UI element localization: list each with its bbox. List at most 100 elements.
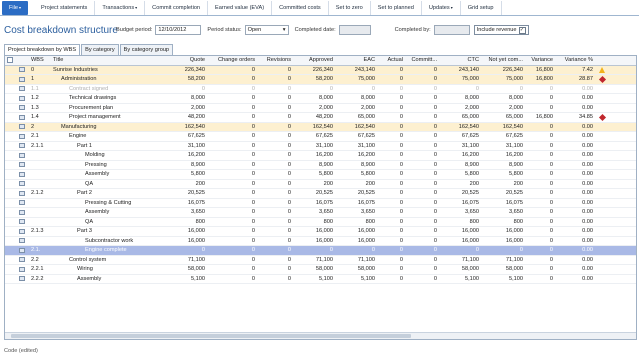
actual-cell: 0	[399, 104, 403, 111]
ctc-cell: 20,525	[461, 190, 479, 197]
wbs-cell: 1.4	[31, 114, 39, 121]
scrollbar-thumb[interactable]	[11, 334, 411, 338]
activity-icon	[19, 152, 25, 158]
actual-cell: 0	[399, 133, 403, 140]
variance-pct-cell: 0.00	[582, 275, 593, 282]
flag-column-header	[595, 56, 609, 65]
row-selector[interactable]	[5, 65, 17, 75]
wbs-cell: 2.1.2	[31, 190, 44, 197]
row-selector[interactable]	[5, 75, 17, 85]
title-cell: Pressing	[85, 161, 107, 168]
column-header-approved[interactable]: Approved	[293, 56, 335, 65]
not-yet-committed-cell: 0	[519, 247, 523, 254]
title-cell: Engine	[69, 133, 87, 140]
row-selector[interactable]	[5, 94, 17, 104]
row-selector[interactable]	[5, 274, 17, 284]
approved-cell: 0	[329, 247, 333, 254]
row-selector[interactable]	[5, 151, 17, 161]
completed-date-field[interactable]	[338, 25, 371, 35]
row-selector[interactable]	[5, 160, 17, 170]
variance-cell: 0	[549, 104, 553, 111]
file-menu-button[interactable]: File ▾	[2, 0, 28, 15]
header-bar: Cost breakdown structure Budget period: …	[0, 19, 639, 41]
menu-grid-setup[interactable]: Grid setup	[461, 0, 502, 15]
menu-set-to-zero[interactable]: Set to zero	[329, 0, 371, 15]
row-selector[interactable]	[5, 132, 17, 142]
eac-cell: 0	[371, 247, 375, 254]
column-header-change-orders[interactable]: Change orders	[207, 56, 257, 65]
period-status-select[interactable]: Open ▾	[244, 25, 289, 35]
wbs-node-icon	[19, 86, 25, 92]
budget-period-field[interactable]: 12/10/2012	[155, 25, 202, 35]
row-selector[interactable]	[5, 236, 17, 246]
eac-cell: 200	[365, 180, 375, 187]
quote-cell: 67,625	[187, 133, 205, 140]
tab-by-category[interactable]: By category	[81, 44, 119, 55]
row-selector[interactable]	[5, 246, 17, 256]
menu-committed-costs[interactable]: Committed costs	[272, 0, 329, 15]
committed-cell: 0	[433, 133, 437, 140]
menu-commit-completion[interactable]: Commit completion	[145, 0, 209, 15]
menu-updates[interactable]: Updates ▾	[422, 0, 461, 15]
eac-cell: 71,100	[357, 256, 375, 263]
include-revenue-toggle[interactable]: Include revenue ✓	[473, 25, 529, 35]
column-header-variance-pct[interactable]: Variance %	[555, 56, 595, 65]
row-selector[interactable]	[5, 227, 17, 237]
row-selector[interactable]	[5, 170, 17, 180]
not-yet-committed-cell: 5,100	[509, 275, 523, 282]
ctc-cell: 0	[475, 85, 479, 92]
column-header-not-yet-committed[interactable]: Not yet com...	[481, 56, 525, 65]
menu-earned-value[interactable]: Earned value (EVA)	[208, 0, 273, 15]
row-selector[interactable]	[5, 84, 17, 94]
select-all-checkbox[interactable]	[5, 56, 17, 65]
revisions-cell: 0	[287, 190, 291, 197]
row-selector[interactable]	[5, 189, 17, 199]
column-header-variance[interactable]: Variance	[525, 56, 555, 65]
column-header-revisions[interactable]: Revisions	[257, 56, 293, 65]
eac-cell: 5,800	[361, 171, 375, 178]
wbs-cell: 1.2	[31, 95, 39, 102]
variance-pct-cell: 0.00	[582, 104, 593, 111]
column-header-eac[interactable]: EAC	[335, 56, 377, 65]
row-selector[interactable]	[5, 122, 17, 132]
actual-cell: 0	[399, 237, 403, 244]
row-icon-cell	[17, 160, 29, 170]
flag-cell	[595, 208, 609, 218]
variance-cell: 0	[549, 123, 553, 130]
tab-project-breakdown-by-wbs[interactable]: Project breakdown by WBS	[4, 44, 81, 55]
table-row[interactable]: 2.2.2 Assembly 5,100 0 0 5,100 5,100 0 0 5,100 5,1…	[5, 274, 636, 284]
quote-cell: 226,340	[184, 66, 205, 73]
row-icon-cell	[17, 170, 29, 180]
column-header-ctc[interactable]: CTC	[439, 56, 481, 65]
row-selector[interactable]	[5, 198, 17, 208]
quote-cell: 5,100	[191, 275, 205, 282]
include-revenue-checkbox[interactable]: ✓	[518, 26, 526, 34]
completed-by-field[interactable]	[433, 25, 470, 35]
activity-icon	[19, 162, 25, 168]
row-selector[interactable]	[5, 217, 17, 227]
change-orders-cell: 0	[251, 199, 255, 206]
column-header-title[interactable]: Title	[51, 56, 159, 65]
tab-by-category-group[interactable]: By category group	[119, 44, 174, 55]
column-header-actual[interactable]: Actual	[377, 56, 405, 65]
variance-pct-cell: 0.00	[582, 123, 593, 130]
row-selector[interactable]	[5, 208, 17, 218]
column-header-wbs[interactable]: WBS	[29, 56, 51, 65]
row-selector[interactable]	[5, 103, 17, 113]
row-selector[interactable]	[5, 141, 17, 151]
revisions-cell: 0	[287, 209, 291, 216]
cost-breakdown-grid: WBS Title Quote Change orders Revisions …	[4, 55, 637, 340]
row-selector[interactable]	[5, 265, 17, 275]
menu-transactions[interactable]: Transactions ▾	[95, 0, 146, 15]
column-header-committed[interactable]: Committ...	[405, 56, 439, 65]
row-selector[interactable]	[5, 179, 17, 189]
row-selector[interactable]	[5, 113, 17, 123]
menu-project-statements[interactable]: Project statements	[34, 0, 96, 15]
column-header-quote[interactable]: Quote	[159, 56, 207, 65]
title-cell: Procurement plan	[69, 104, 114, 111]
variance-pct-cell: 0.00	[582, 209, 593, 216]
checkbox-icon	[7, 57, 13, 64]
horizontal-scrollbar[interactable]	[5, 332, 636, 339]
menu-set-to-planned[interactable]: Set to planned	[371, 0, 422, 15]
row-selector[interactable]	[5, 255, 17, 265]
